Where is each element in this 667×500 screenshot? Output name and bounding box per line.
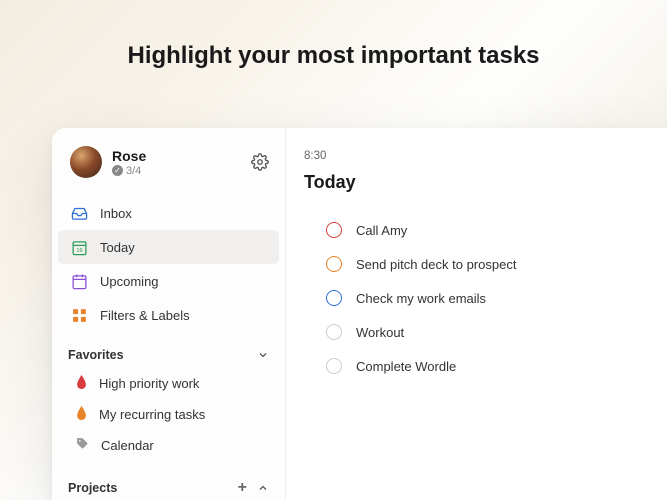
profile-name: Rose (112, 148, 249, 164)
tag-icon (76, 437, 89, 453)
section-label: Projects (68, 481, 117, 495)
task-checkbox[interactable] (326, 358, 342, 374)
favorite-item[interactable]: My recurring tasks (52, 399, 285, 430)
profile-text: Rose ✓ 3/4 (112, 148, 249, 177)
task-checkbox[interactable] (326, 290, 342, 306)
sidebar: Rose ✓ 3/4 Inbox (52, 128, 286, 500)
sidebar-item-today[interactable]: 16 Today (58, 230, 279, 264)
check-badge-icon: ✓ (112, 165, 123, 176)
task-checkbox[interactable] (326, 324, 342, 340)
hero-title: Highlight your most important tasks (0, 0, 667, 70)
favorite-item[interactable]: High priority work (52, 368, 285, 399)
projects-header[interactable]: Projects + (52, 468, 285, 500)
favorite-item[interactable]: Calendar (52, 430, 285, 460)
app-window: Rose ✓ 3/4 Inbox (52, 128, 667, 500)
task-item[interactable]: Complete Wordle (326, 349, 667, 383)
upcoming-icon (70, 272, 88, 290)
main-nav: Inbox 16 Today Upcoming Filters & Labels (52, 192, 285, 336)
task-label: Check my work emails (356, 291, 486, 306)
page-title: Today (304, 172, 667, 193)
profile-progress: ✓ 3/4 (112, 165, 249, 177)
chevron-up-icon (257, 482, 269, 494)
task-item[interactable]: Check my work emails (326, 281, 667, 315)
sidebar-item-upcoming[interactable]: Upcoming (58, 264, 279, 298)
task-item[interactable]: Call Amy (326, 213, 667, 247)
gear-icon (251, 153, 269, 171)
time-display: 8:30 (304, 150, 667, 162)
task-item[interactable]: Workout (326, 315, 667, 349)
add-project-button[interactable]: + (238, 480, 247, 496)
sidebar-item-filters[interactable]: Filters & Labels (58, 298, 279, 332)
favorites-header[interactable]: Favorites (52, 336, 285, 368)
task-checkbox[interactable] (326, 222, 342, 238)
inbox-icon (70, 204, 88, 222)
chevron-down-icon (257, 349, 269, 361)
task-label: Complete Wordle (356, 359, 456, 374)
svg-text:16: 16 (76, 247, 82, 253)
favorite-label: Calendar (101, 438, 154, 453)
task-checkbox[interactable] (326, 256, 342, 272)
task-label: Call Amy (356, 223, 407, 238)
settings-button[interactable] (249, 151, 271, 173)
favorite-label: High priority work (99, 376, 199, 391)
task-label: Workout (356, 325, 404, 340)
drop-icon (76, 406, 87, 423)
filters-icon (70, 306, 88, 324)
nav-label: Filters & Labels (100, 308, 190, 323)
nav-label: Upcoming (100, 274, 159, 289)
task-item[interactable]: Send pitch deck to prospect (326, 247, 667, 281)
progress-text: 3/4 (126, 165, 141, 177)
sidebar-item-inbox[interactable]: Inbox (58, 196, 279, 230)
today-icon: 16 (70, 238, 88, 256)
favorites-list: High priority work My recurring tasks Ca… (52, 368, 285, 460)
section-label: Favorites (68, 348, 124, 362)
avatar[interactable] (70, 146, 102, 178)
main-content: 8:30 Today Call Amy Send pitch deck to p… (286, 128, 667, 500)
task-list: Call Amy Send pitch deck to prospect Che… (304, 213, 667, 383)
drop-icon (76, 375, 87, 392)
profile-row[interactable]: Rose ✓ 3/4 (52, 146, 285, 192)
nav-label: Inbox (100, 206, 132, 221)
nav-label: Today (100, 240, 135, 255)
task-label: Send pitch deck to prospect (356, 257, 516, 272)
favorite-label: My recurring tasks (99, 407, 205, 422)
